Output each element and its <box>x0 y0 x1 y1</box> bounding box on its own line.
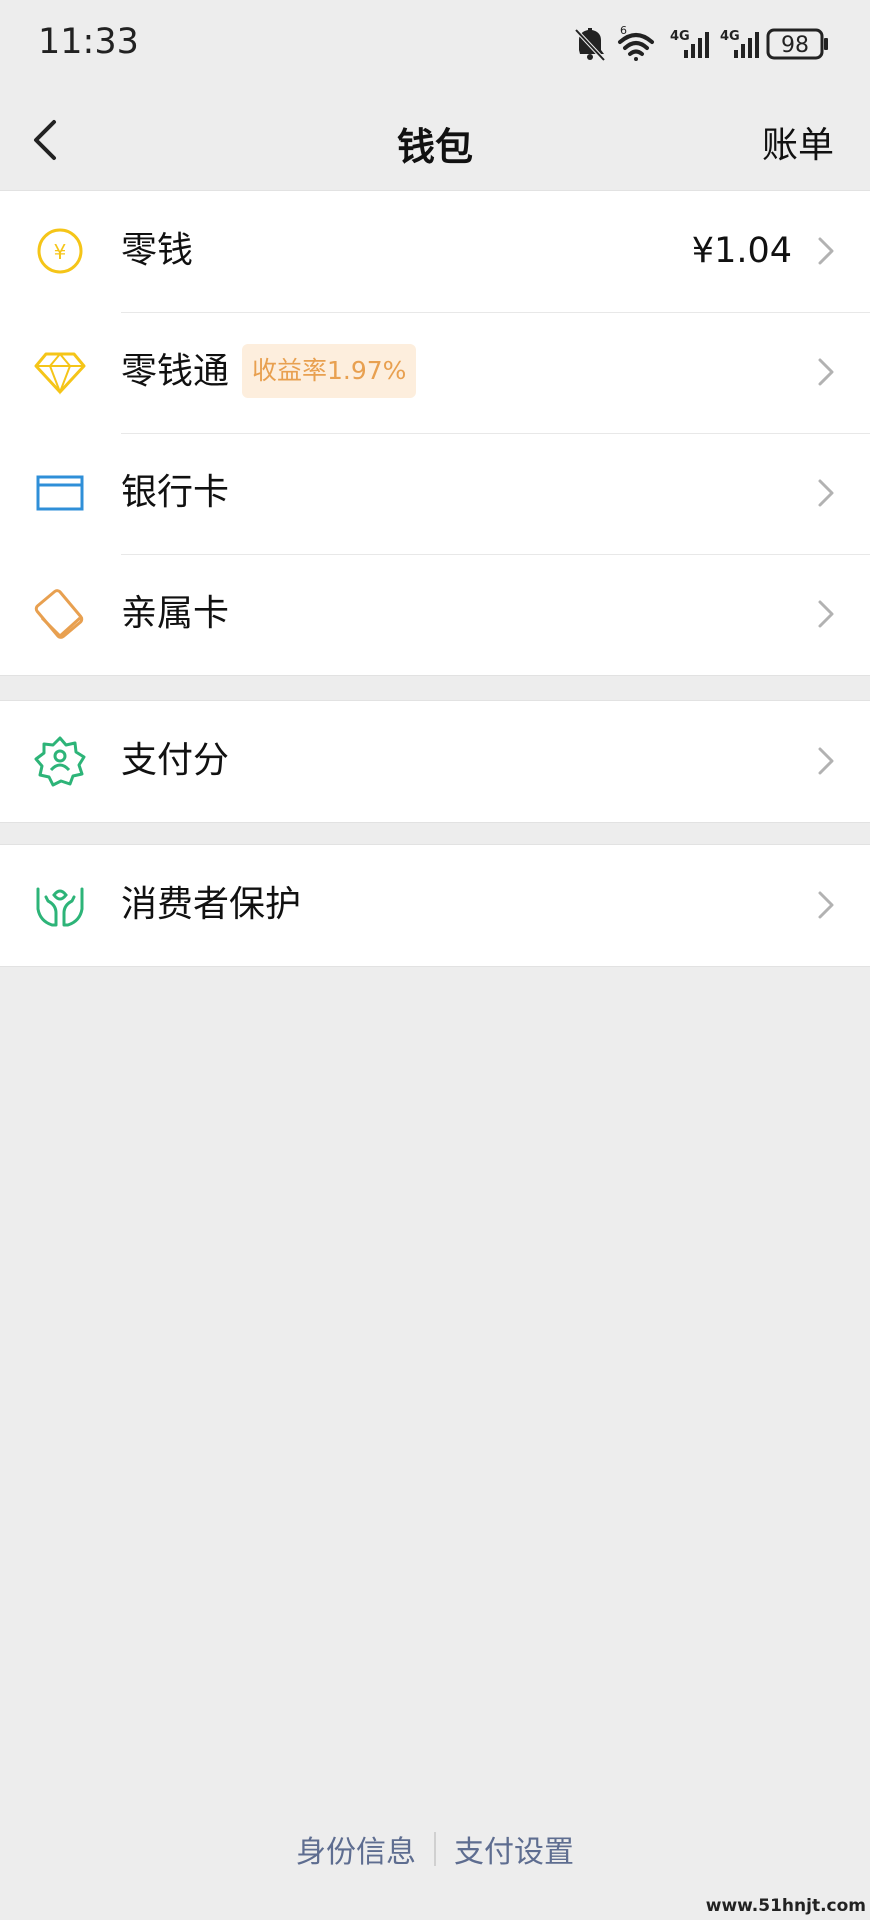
row-consumer-protection[interactable]: 消费者保护 <box>0 845 870 966</box>
status-bar: 11:33 6 4G 4G 98 <box>0 0 870 92</box>
row-change[interactable]: ¥ 零钱 ¥1.04 <box>0 191 870 312</box>
identity-info-link[interactable]: 身份信息 <box>278 1827 434 1871</box>
chevron-right-icon <box>818 891 834 919</box>
row-label: 支付分 <box>121 740 230 781</box>
chevron-right-icon <box>818 600 834 628</box>
row-label: 零钱 <box>121 230 194 271</box>
chevron-right-icon <box>818 358 834 386</box>
coin-yuan-icon: ¥ <box>37 228 83 274</box>
payment-settings-link[interactable]: 支付设置 <box>436 1827 592 1871</box>
bank-card-icon <box>36 475 84 511</box>
row-family-card[interactable]: 亲属卡 <box>0 554 870 675</box>
consumer-protection-icon <box>36 887 84 927</box>
status-icons: 6 4G 4G 98 <box>570 24 830 64</box>
yield-badge: 收益率1.97% <box>242 344 417 398</box>
chevron-right-icon <box>818 237 834 265</box>
chevron-right-icon <box>818 479 834 507</box>
row-bank-card[interactable]: 银行卡 <box>0 433 870 554</box>
row-label: 银行卡 <box>121 472 230 513</box>
row-pay-score[interactable]: 支付分 <box>0 701 870 822</box>
svg-text:¥: ¥ <box>54 240 67 264</box>
balance-value: ¥1.04 <box>691 231 792 271</box>
status-time: 11:33 <box>38 22 139 62</box>
signal-1-label: 4G <box>670 29 690 44</box>
wifi-icon <box>618 33 654 61</box>
nav-bar: 钱包 账单 <box>0 92 870 190</box>
signal-2-label: 4G <box>720 29 740 44</box>
wifi-badge: 6 <box>620 24 627 37</box>
wallet-group-protection: 消费者保护 <box>0 844 870 967</box>
row-lingqiantong[interactable]: 零钱通 收益率1.97% <box>0 312 870 433</box>
row-label: 消费者保护 <box>121 884 302 925</box>
diamond-icon <box>34 352 86 395</box>
wallet-group-score: 支付分 <box>0 700 870 823</box>
footer-links: 身份信息 支付设置 <box>0 1827 870 1870</box>
row-label: 零钱通 <box>121 351 230 392</box>
watermark: www.51hnjt.com <box>705 1896 866 1916</box>
battery-level: 98 <box>781 33 809 58</box>
row-label: 亲属卡 <box>121 593 230 634</box>
page-title: 钱包 <box>396 125 473 169</box>
chevron-right-icon <box>818 747 834 775</box>
family-card-icon <box>34 589 84 639</box>
bill-button[interactable]: 账单 <box>762 116 834 168</box>
pay-score-icon <box>34 736 86 787</box>
wallet-group-main: ¥ 零钱 ¥1.04 零钱通 收益率1.97% 银行卡 亲属卡 <box>0 190 870 676</box>
mute-bell-icon <box>574 28 606 62</box>
